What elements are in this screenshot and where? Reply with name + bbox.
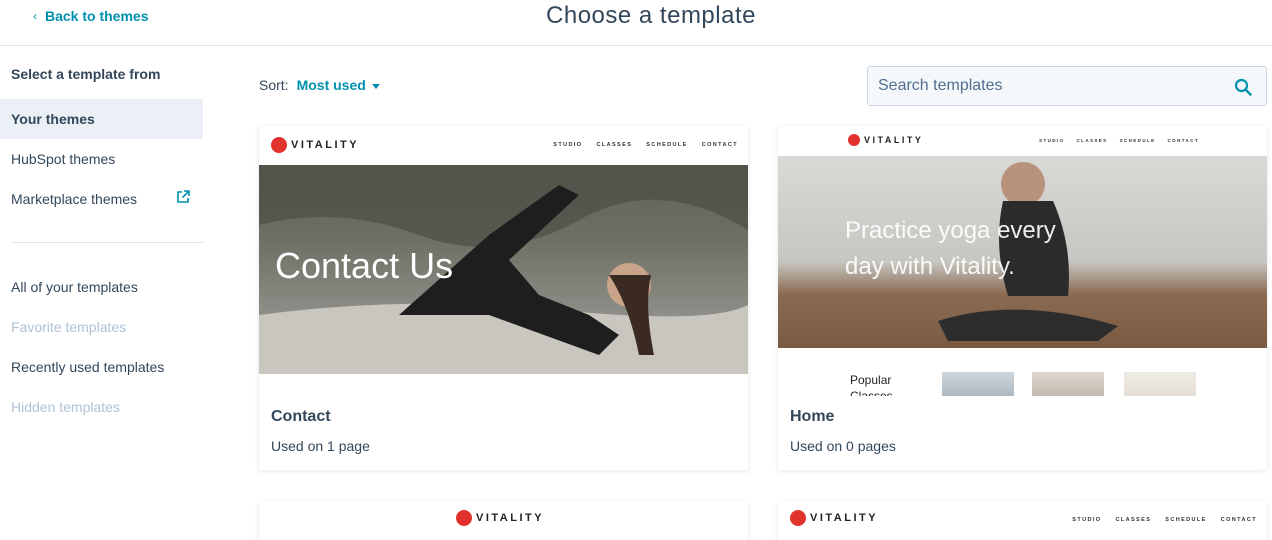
preview-nav-links: STUDIO CLASSES SCHEDULE CONTACT: [1072, 517, 1257, 523]
preview-nav-item: CLASSES: [1115, 517, 1152, 523]
preview-brand: VITALITY: [848, 134, 923, 146]
search-box: [867, 66, 1267, 106]
preview-hero-text: Contact Us: [275, 245, 454, 286]
sidebar-item-label: Your themes: [11, 111, 95, 127]
preview-brand: VITALITY: [456, 510, 544, 526]
sidebar-item-favorite-templates: Favorite templates: [0, 307, 203, 347]
preview-nav-item: CLASSES: [596, 142, 633, 148]
external-link-icon: [177, 190, 190, 203]
preview-section-line: Popular: [850, 373, 892, 387]
preview-hero-line: day with Vitality.: [845, 253, 1015, 280]
sidebar-item-label: Marketplace themes: [11, 191, 138, 207]
template-card-contact[interactable]: VITALITY STUDIO CLASSES SCHEDULE CONTACT…: [259, 126, 748, 470]
sidebar-item-hidden-templates: Hidden templates: [0, 387, 203, 427]
preview-nav-item: STUDIO: [1039, 138, 1065, 143]
preview-thumbnail: [1124, 372, 1196, 396]
preview-nav: VITALITY STUDIO CLASSES SCHEDULE CONTACT: [259, 126, 748, 164]
preview-nav-item: SCHEDULE: [1165, 517, 1207, 523]
sort-value: Most used: [296, 77, 366, 93]
sort-control: Sort: Most used: [259, 77, 380, 93]
sort-label: Sort:: [259, 77, 289, 93]
preview-nav-item: STUDIO: [553, 142, 583, 148]
preview-thumbnail: [942, 372, 1014, 396]
preview-section-line: Classes: [850, 389, 893, 396]
preview-nav-item: SCHEDULE: [646, 142, 688, 148]
vitality-logo-icon: [790, 510, 806, 526]
template-card-home[interactable]: VITALITY STUDIO CLASSES SCHEDULE CONTACT…: [778, 126, 1267, 470]
preview-section: Popular Classes: [778, 348, 1267, 396]
preview-nav-item: SCHEDULE: [1119, 138, 1156, 143]
sidebar-item-label: All of your templates: [11, 279, 138, 295]
preview-hero-text: Practice yoga every day with Vitality.: [845, 213, 1056, 285]
vitality-logo-icon: [456, 510, 472, 526]
preview-nav: VITALITY: [259, 501, 748, 539]
preview-brand-name: VITALITY: [476, 512, 545, 524]
search-icon[interactable]: [1234, 78, 1252, 96]
template-card[interactable]: VITALITY STUDIO CLASSES SCHEDULE CONTACT: [778, 501, 1267, 540]
sidebar-heading: Select a template from: [11, 66, 161, 82]
preview-hero-image: Practice yoga every day with Vitality.: [778, 156, 1267, 348]
preview-brand-name: VITALITY: [864, 135, 924, 145]
sidebar-item-marketplace-themes[interactable]: Marketplace themes: [0, 179, 203, 219]
preview-nav-links: STUDIO CLASSES SCHEDULE CONTACT: [553, 142, 738, 148]
preview-thumbnail: [1032, 372, 1104, 396]
preview-section-label: Popular Classes: [850, 372, 893, 396]
preview-brand-name: VITALITY: [291, 139, 360, 151]
sidebar-item-label: Hidden templates: [11, 399, 120, 415]
sidebar-item-label: Recently used templates: [11, 359, 165, 375]
preview-hero-line: Practice yoga every: [845, 217, 1056, 244]
page-title: Choose a template: [546, 2, 756, 29]
template-name: Contact: [271, 408, 331, 425]
sort-dropdown[interactable]: Most used: [297, 77, 380, 93]
preview-brand-name: VITALITY: [810, 512, 879, 524]
preview-nav-links: STUDIO CLASSES SCHEDULE CONTACT: [1039, 138, 1199, 143]
preview-nav-item: CONTACT: [701, 142, 738, 148]
sidebar-divider: [11, 242, 203, 243]
preview-brand: VITALITY: [790, 510, 878, 526]
preview-nav-item: CONTACT: [1167, 138, 1199, 143]
caret-down-icon: [371, 83, 380, 89]
sidebar-item-your-themes[interactable]: Your themes: [0, 99, 203, 139]
vitality-logo-icon: [271, 137, 287, 153]
preview-nav-item: STUDIO: [1072, 517, 1102, 523]
template-name: Home: [790, 408, 835, 425]
preview-nav: VITALITY STUDIO CLASSES SCHEDULE CONTACT: [778, 501, 1267, 539]
preview-hero-image: Contact Us: [259, 165, 748, 374]
preview-nav-item: CONTACT: [1220, 517, 1257, 523]
sidebar-item-recently-used-templates[interactable]: Recently used templates: [0, 347, 203, 387]
preview-nav-item: CLASSES: [1076, 138, 1108, 143]
sidebar-item-label: Favorite templates: [11, 319, 127, 335]
search-input[interactable]: [868, 67, 1208, 105]
template-usage: Used on 0 pages: [790, 438, 896, 454]
preview-nav: VITALITY STUDIO CLASSES SCHEDULE CONTACT: [778, 126, 1267, 156]
template-usage: Used on 1 page: [271, 438, 370, 454]
vitality-logo-icon: [848, 134, 860, 146]
sidebar-item-hubspot-themes[interactable]: HubSpot themes: [0, 139, 203, 179]
template-card[interactable]: VITALITY: [259, 501, 748, 540]
sidebar-item-all-templates[interactable]: All of your templates: [0, 267, 203, 307]
top-bar: ‹ Back to themes Choose a template: [0, 0, 1272, 46]
sidebar-item-label: HubSpot themes: [11, 151, 116, 167]
preview-brand: VITALITY: [271, 137, 359, 153]
